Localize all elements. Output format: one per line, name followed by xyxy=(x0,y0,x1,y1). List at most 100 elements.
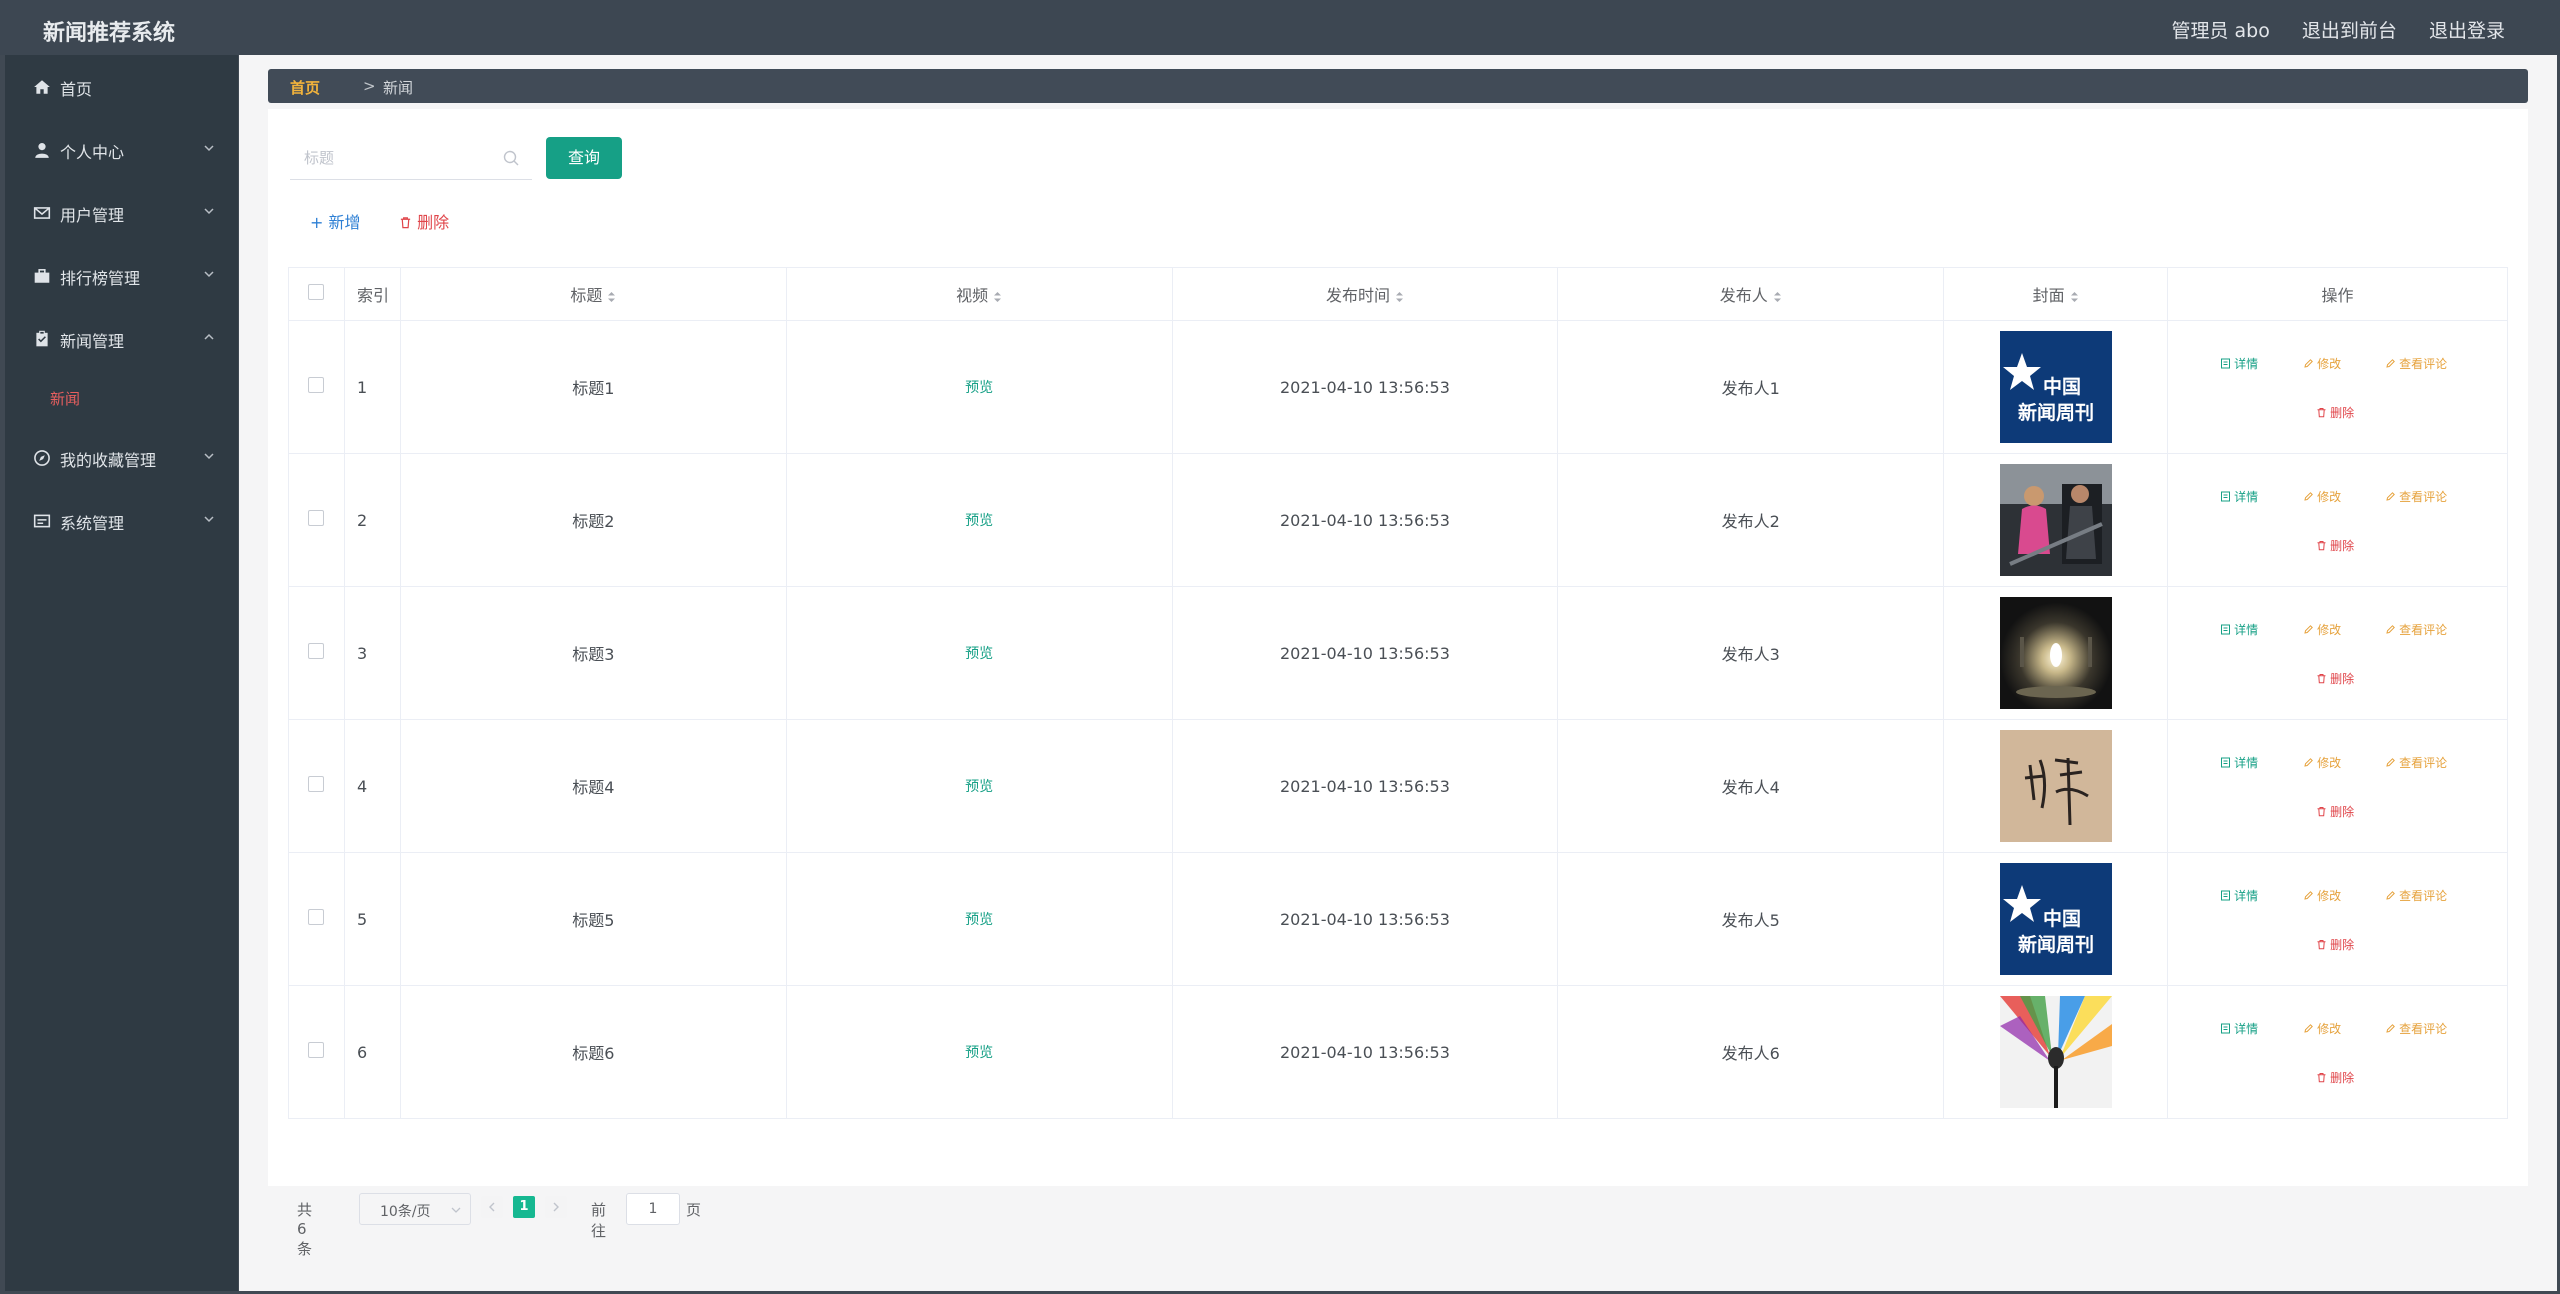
add-button[interactable]: + 新增 xyxy=(310,209,361,233)
detail-label: 详情 xyxy=(2234,623,2259,637)
detail-button[interactable]: 详情 xyxy=(2220,355,2258,372)
row-index: 6 xyxy=(343,985,401,1119)
detail-button[interactable]: 详情 xyxy=(2220,887,2258,904)
sort-icon[interactable] xyxy=(1395,290,1404,304)
view-comments-label: 查看评论 xyxy=(2399,490,2448,504)
title-search-input[interactable] xyxy=(290,137,516,179)
row-select-cell xyxy=(288,719,345,853)
sidebar-item-user-management[interactable]: 用户管理 xyxy=(5,188,238,238)
table-row: 4 标题4 预览 2021-04-10 13:56:53 发布人4 详情 修改 … xyxy=(288,719,2508,853)
cover-image-stage-microphone-photo[interactable] xyxy=(1999,996,2112,1108)
header-cover[interactable]: 封面 xyxy=(1943,267,2169,321)
breadcrumb-home-link[interactable]: 首页 xyxy=(290,77,320,98)
view-comments-button[interactable]: 查看评论 xyxy=(2385,488,2447,505)
video-preview-link[interactable]: 预览 xyxy=(965,380,993,396)
table-row: 6 标题6 预览 2021-04-10 13:56:53 发布人6 详情 修改 … xyxy=(288,985,2508,1119)
edit-button[interactable]: 修改 xyxy=(2303,355,2341,372)
header-publisher[interactable]: 发布人 xyxy=(1557,267,1945,321)
detail-button[interactable]: 详情 xyxy=(2220,488,2258,505)
header-video[interactable]: 视频 xyxy=(785,267,1173,321)
row-delete-button[interactable]: 删除 xyxy=(2316,803,2354,820)
edit-button[interactable]: 修改 xyxy=(2303,887,2341,904)
main-content: 首页 > 新闻 查询 + 新增 删除 索引 标题 xyxy=(239,55,2557,1291)
row-operations-cell: 详情 修改 查看评论 删除 xyxy=(2167,719,2508,853)
cover-image-light-bulb-photo[interactable] xyxy=(1999,597,2112,709)
compass-icon xyxy=(34,450,50,466)
query-button[interactable]: 查询 xyxy=(546,137,622,179)
video-preview-link[interactable]: 预览 xyxy=(965,912,993,928)
sidebar-item-favorites-management[interactable]: 我的收藏管理 xyxy=(5,433,238,483)
detail-button[interactable]: 详情 xyxy=(2220,1020,2258,1037)
page-size-select[interactable]: 10条/页 xyxy=(359,1193,471,1225)
prev-page-button[interactable] xyxy=(481,1196,503,1218)
cover-image-china-news-weekly-logo[interactable]: 中国 新闻周刊 xyxy=(1999,863,2112,975)
sidebar-item-ranking-management[interactable]: 排行榜管理 xyxy=(5,251,238,301)
row-checkbox[interactable] xyxy=(308,510,325,526)
row-checkbox[interactable] xyxy=(308,1042,325,1058)
edit-button[interactable]: 修改 xyxy=(2303,1020,2341,1037)
sidebar-subitem-news[interactable]: 新闻 xyxy=(50,388,80,409)
select-all-checkbox[interactable] xyxy=(308,284,325,300)
sidebar-item-label: 系统管理 xyxy=(60,514,125,533)
batch-delete-button[interactable]: 删除 xyxy=(399,209,449,233)
row-delete-button[interactable]: 删除 xyxy=(2316,936,2354,953)
row-select-cell xyxy=(288,985,345,1119)
sort-icon[interactable] xyxy=(2070,290,2079,304)
sort-icon[interactable] xyxy=(607,290,616,304)
row-delete-button[interactable]: 删除 xyxy=(2316,537,2354,554)
edit-button[interactable]: 修改 xyxy=(2303,621,2341,638)
row-video-cell: 预览 xyxy=(785,586,1173,720)
header-title[interactable]: 标题 xyxy=(399,267,787,321)
video-preview-link[interactable]: 预览 xyxy=(965,646,993,662)
sidebar-item-system-management[interactable]: 系统管理 xyxy=(5,496,238,546)
cover-image-gym-photo[interactable] xyxy=(1999,464,2112,576)
row-delete-button[interactable]: 删除 xyxy=(2316,404,2354,421)
view-comments-button[interactable]: 查看评论 xyxy=(2385,621,2447,638)
video-preview-link[interactable]: 预览 xyxy=(965,779,993,795)
detail-button[interactable]: 详情 xyxy=(2220,754,2258,771)
logout-link[interactable]: 退出登录 xyxy=(2429,20,2505,42)
sort-icon[interactable] xyxy=(1773,290,1782,304)
next-page-button[interactable] xyxy=(545,1196,567,1218)
plus-icon: + xyxy=(310,213,324,232)
exit-to-front-link[interactable]: 退出到前台 xyxy=(2302,20,2397,42)
sort-icon[interactable] xyxy=(993,290,1002,304)
row-checkbox[interactable] xyxy=(308,776,325,792)
breadcrumb-current: 新闻 xyxy=(383,79,414,97)
row-checkbox[interactable] xyxy=(308,643,325,659)
row-index: 1 xyxy=(343,320,401,454)
view-comments-button[interactable]: 查看评论 xyxy=(2385,754,2447,771)
view-comments-button[interactable]: 查看评论 xyxy=(2385,887,2447,904)
sidebar-item-personal-center[interactable]: 个人中心 xyxy=(5,125,238,175)
chevron-down-icon xyxy=(204,208,214,215)
view-comments-button[interactable]: 查看评论 xyxy=(2385,355,2447,372)
row-delete-button[interactable]: 删除 xyxy=(2316,1069,2354,1086)
sidebar-item-home[interactable]: 首页 xyxy=(5,62,238,112)
cover-image-calligraphy-photo[interactable] xyxy=(1999,730,2112,842)
goto-page-input[interactable] xyxy=(626,1193,680,1225)
detail-button[interactable]: 详情 xyxy=(2220,621,2258,638)
edit-button[interactable]: 修改 xyxy=(2303,754,2341,771)
document-icon xyxy=(2221,1023,2231,1034)
news-table: 索引 标题 视频 发布时间 发布人 封面 操作 1 标题1 预览 2021-04… xyxy=(288,267,2508,1119)
view-comments-button[interactable]: 查看评论 xyxy=(2385,1020,2447,1037)
total-count: 共 6 条 xyxy=(297,1201,313,1258)
chevron-down-icon xyxy=(204,516,214,523)
header-publish-time[interactable]: 发布时间 xyxy=(1171,267,1559,321)
sidebar-item-news-management[interactable]: 新闻管理 xyxy=(5,314,238,364)
row-operations-cell: 详情 修改 查看评论 删除 xyxy=(2167,852,2508,986)
trash-icon xyxy=(2317,940,2326,950)
row-delete-button[interactable]: 删除 xyxy=(2316,670,2354,687)
header-index: 索引 xyxy=(343,267,401,321)
row-cover-cell: 中国 新闻周刊 xyxy=(1943,852,2169,986)
row-checkbox[interactable] xyxy=(308,909,325,925)
video-preview-link[interactable]: 预览 xyxy=(965,1045,993,1061)
cover-image-china-news-weekly-logo[interactable]: 中国 新闻周刊 xyxy=(1999,331,2112,443)
edit-button[interactable]: 修改 xyxy=(2303,488,2341,505)
page-number-current[interactable]: 1 xyxy=(513,1196,535,1218)
row-checkbox[interactable] xyxy=(308,377,325,393)
edit-label: 修改 xyxy=(2317,357,2342,371)
admin-user-label[interactable]: 管理员 abo xyxy=(2172,20,2270,42)
goto-label: 前往 xyxy=(591,1201,607,1240)
video-preview-link[interactable]: 预览 xyxy=(965,513,993,529)
